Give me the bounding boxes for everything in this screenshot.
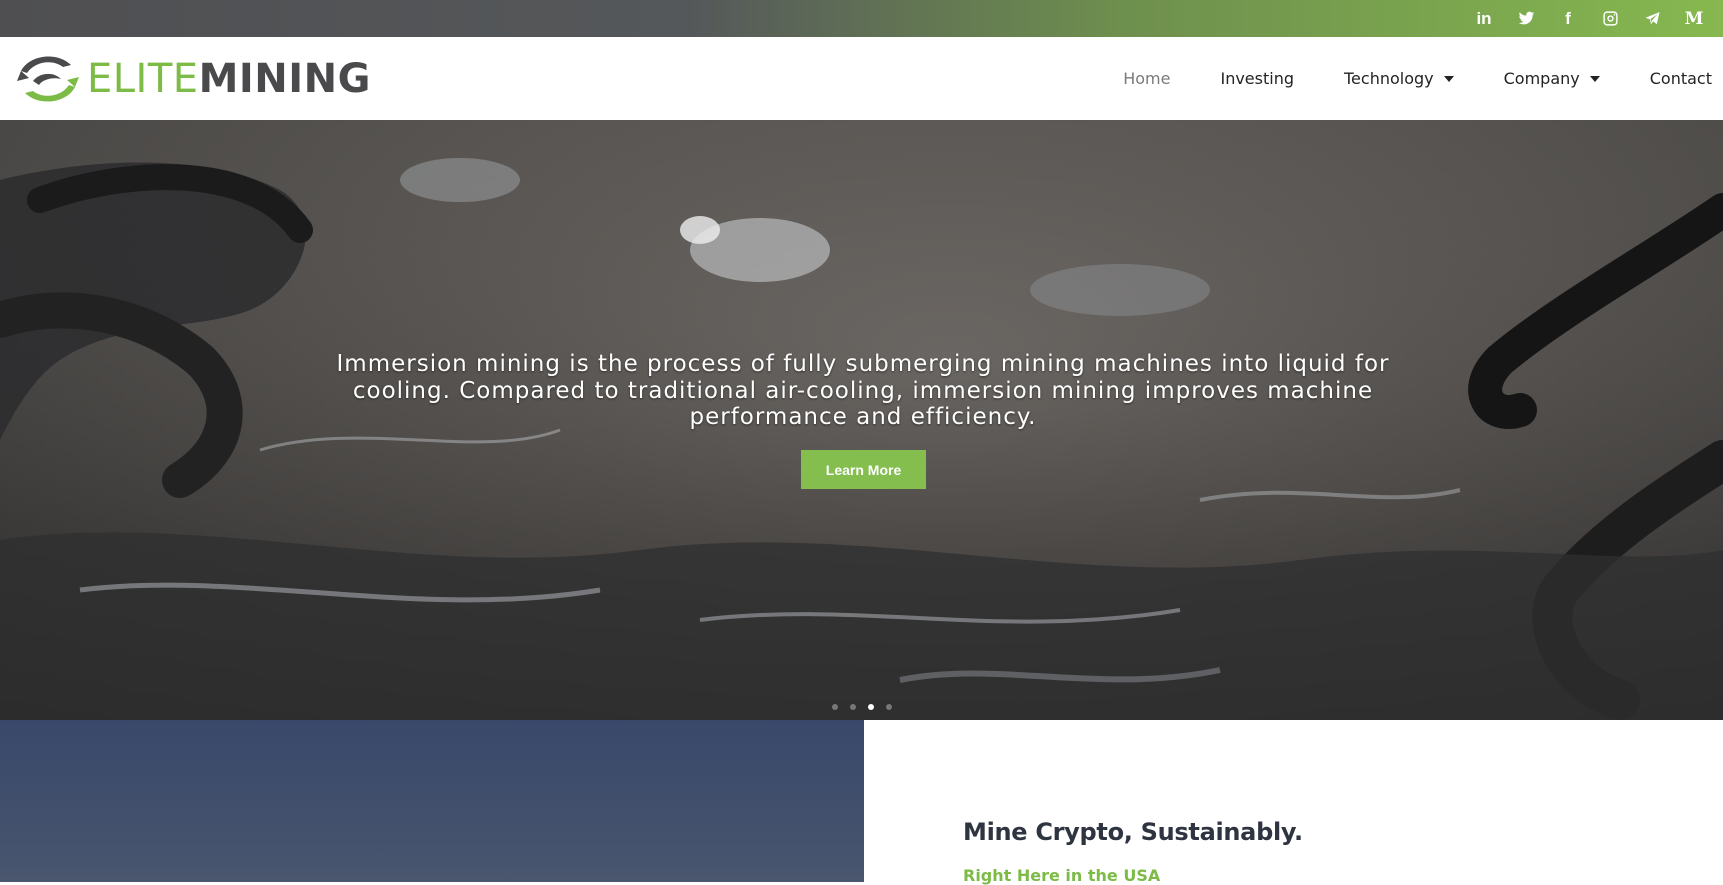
facebook-link[interactable]: f <box>1547 0 1589 37</box>
instagram-icon <box>1602 11 1618 26</box>
social-links: in f M <box>1463 0 1715 37</box>
nav-contact-label: Contact <box>1649 69 1712 88</box>
linkedin-icon: in <box>1476 8 1492 28</box>
hero-text: Immersion mining is the process of fully… <box>336 351 1390 430</box>
linkedin-link[interactable]: in <box>1463 0 1505 37</box>
intro-section <box>864 720 1723 882</box>
nav-company[interactable]: Company <box>1504 69 1600 88</box>
chevron-down-icon <box>1589 75 1600 82</box>
logo-text-mining: MINING <box>198 56 371 102</box>
medium-link[interactable]: M <box>1673 0 1715 37</box>
slider-dots <box>832 704 904 710</box>
twitter-icon <box>1518 11 1534 25</box>
nav-home[interactable]: Home <box>1123 69 1170 88</box>
section-title: Mine Crypto, Sustainably. <box>963 818 1303 846</box>
section-subtitle: Right Here in the USA <box>963 866 1161 885</box>
nav-company-label: Company <box>1503 69 1580 88</box>
nav-contact[interactable]: Contact <box>1650 69 1712 88</box>
site-header: ELITEMINING Home Investing Technology Co… <box>0 37 1723 120</box>
logo-text: ELITEMINING <box>87 59 371 99</box>
logo-swirl-icon <box>17 56 79 102</box>
chevron-down-icon <box>1443 75 1454 82</box>
medium-icon: M <box>1684 8 1704 29</box>
nav-investing[interactable]: Investing <box>1220 69 1294 88</box>
sky-image <box>0 720 864 882</box>
slider-dot-3[interactable] <box>868 704 874 710</box>
logo-text-elite: ELITE <box>87 56 199 102</box>
slider-dot-2[interactable] <box>850 704 856 710</box>
nav-investing-label: Investing <box>1220 69 1294 88</box>
twitter-link[interactable] <box>1505 0 1547 37</box>
nav-home-label: Home <box>1123 69 1171 88</box>
hero-slider: Immersion mining is the process of fully… <box>0 120 1723 720</box>
slider-dot-4[interactable] <box>886 704 892 710</box>
learn-more-button[interactable]: Learn More <box>801 450 926 489</box>
logo[interactable]: ELITEMINING <box>13 51 371 107</box>
main-nav: Home Investing Technology Company Contac… <box>1073 37 1723 120</box>
facebook-icon: f <box>1565 8 1571 28</box>
slider-dot-1[interactable] <box>832 704 838 710</box>
telegram-link[interactable] <box>1631 0 1673 37</box>
instagram-link[interactable] <box>1589 0 1631 37</box>
social-bar: in f M <box>0 0 1723 37</box>
nav-technology-label: Technology <box>1344 69 1434 88</box>
telegram-icon <box>1644 12 1660 25</box>
nav-technology[interactable]: Technology <box>1344 69 1454 88</box>
